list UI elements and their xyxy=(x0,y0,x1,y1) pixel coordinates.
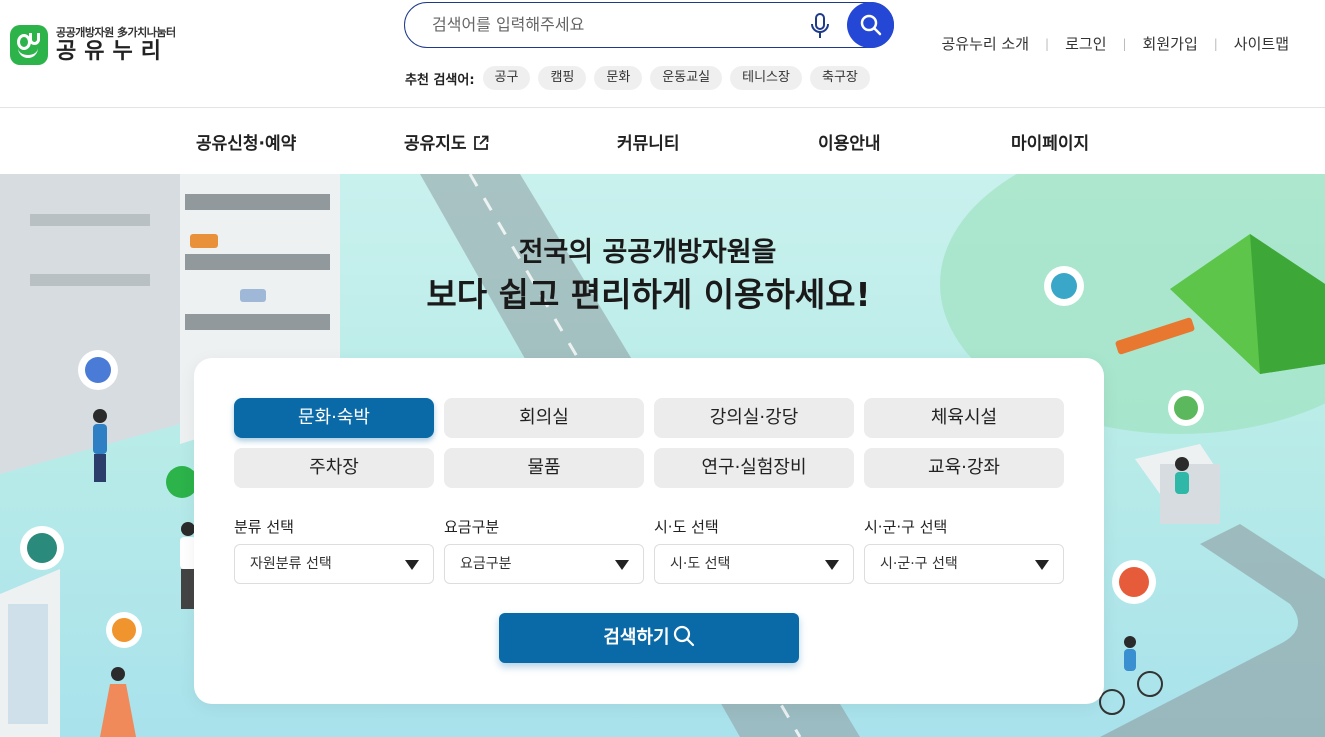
recommend-tag[interactable]: 공구 xyxy=(482,66,531,90)
recommend-tag[interactable]: 축구장 xyxy=(809,66,870,90)
recommend-tag[interactable]: 캠핑 xyxy=(538,66,587,90)
logo-subtitle: 공공개방자원 多가치나눔터 xyxy=(56,25,176,39)
search-icon xyxy=(860,14,881,36)
category-select-value: 자원분류 선택 xyxy=(250,556,332,572)
divider: | xyxy=(1045,36,1050,51)
category-tab-parking[interactable]: 주차장 xyxy=(234,448,434,488)
category-tab-meeting-room[interactable]: 회의실 xyxy=(444,398,644,438)
recommended-keywords: 추천 검색어: 공구 캠핑 문화 운동교실 테니스장 축구장 xyxy=(405,66,878,90)
dropdown-arrow-icon xyxy=(825,560,839,570)
district-select-value: 시·군·구 선택 xyxy=(880,556,958,572)
hero-section: 전국의 공공개방자원을 보다 쉽고 편리하게 이용하세요! 문화·숙박 회의실 … xyxy=(0,174,1325,737)
dropdown-arrow-icon xyxy=(405,560,419,570)
logo-icon xyxy=(10,25,48,65)
district-select[interactable]: 시·군·구 선택 xyxy=(864,544,1064,584)
util-link-about[interactable]: 공유누리 소개 xyxy=(941,33,1029,54)
microphone-icon[interactable] xyxy=(808,12,832,40)
hero-subtitle: 보다 쉽고 편리하게 이용하세요! xyxy=(426,275,871,314)
search-bar xyxy=(404,2,894,48)
filter-label-fee: 요금구분 xyxy=(444,518,500,536)
submit-search-button[interactable]: 검색하기 xyxy=(499,613,799,663)
resource-search-panel: 문화·숙박 회의실 강의실·강당 체육시설 주차장 물품 연구·실험장비 교육·… xyxy=(194,358,1104,704)
search-input[interactable] xyxy=(432,3,792,46)
header: 공공개방자원 多가치나눔터 공유누리 추천 검색어: 공구 캠핑 문화 운동교실… xyxy=(0,0,1325,108)
province-select-value: 시·도 선택 xyxy=(670,556,731,572)
recommend-tag[interactable]: 문화 xyxy=(594,66,643,90)
fee-select-value: 요금구분 xyxy=(460,556,512,572)
category-tab-culture[interactable]: 문화·숙박 xyxy=(234,398,434,438)
search-button[interactable] xyxy=(847,2,894,48)
dropdown-arrow-icon xyxy=(1035,560,1049,570)
province-select[interactable]: 시·도 선택 xyxy=(654,544,854,584)
nav-item-apply[interactable]: 공유신청·예약 xyxy=(196,129,296,154)
nav-item-map[interactable]: 공유지도 xyxy=(404,129,489,154)
filter-label-category: 분류 선택 xyxy=(234,518,294,536)
filter-label-province: 시·도 선택 xyxy=(654,518,719,536)
category-tab-research[interactable]: 연구·실험장비 xyxy=(654,448,854,488)
filter-label-district: 시·군·구 선택 xyxy=(864,518,948,536)
dropdown-arrow-icon xyxy=(615,560,629,570)
category-select[interactable]: 자원분류 선택 xyxy=(234,544,434,584)
hero-title: 전국의 공공개방자원을 xyxy=(518,237,777,268)
external-link-icon xyxy=(473,135,488,150)
divider: | xyxy=(1213,36,1218,51)
util-link-signup[interactable]: 회원가입 xyxy=(1143,33,1198,54)
submit-search-label: 검색하기 xyxy=(603,627,670,648)
site-logo[interactable]: 공공개방자원 多가치나눔터 공유누리 xyxy=(10,25,176,65)
recommend-tag[interactable]: 운동교실 xyxy=(650,66,723,90)
category-tab-sports[interactable]: 체육시설 xyxy=(864,398,1064,438)
nav-item-community[interactable]: 커뮤니티 xyxy=(617,129,680,154)
fee-select[interactable]: 요금구분 xyxy=(444,544,644,584)
logo-title: 공유누리 xyxy=(56,38,169,64)
utility-nav: 공유누리 소개 | 로그인 | 회원가입 | 사이트맵 xyxy=(941,33,1289,54)
divider: | xyxy=(1122,36,1127,51)
search-icon xyxy=(673,625,694,647)
category-tab-education[interactable]: 교육·강좌 xyxy=(864,448,1064,488)
nav-item-map-label: 공유지도 xyxy=(404,134,467,154)
util-link-sitemap[interactable]: 사이트맵 xyxy=(1234,33,1289,54)
category-tab-lecture-hall[interactable]: 강의실·강당 xyxy=(654,398,854,438)
nav-item-mypage[interactable]: 마이페이지 xyxy=(1011,129,1089,154)
main-nav: 공유신청·예약 공유지도 커뮤니티 이용안내 마이페이지 xyxy=(0,109,1325,173)
recommend-tag[interactable]: 테니스장 xyxy=(730,66,802,90)
util-link-login[interactable]: 로그인 xyxy=(1065,33,1106,54)
category-tab-goods[interactable]: 물품 xyxy=(444,448,644,488)
nav-item-guide[interactable]: 이용안내 xyxy=(818,129,881,154)
recommend-label: 추천 검색어: xyxy=(405,72,475,88)
